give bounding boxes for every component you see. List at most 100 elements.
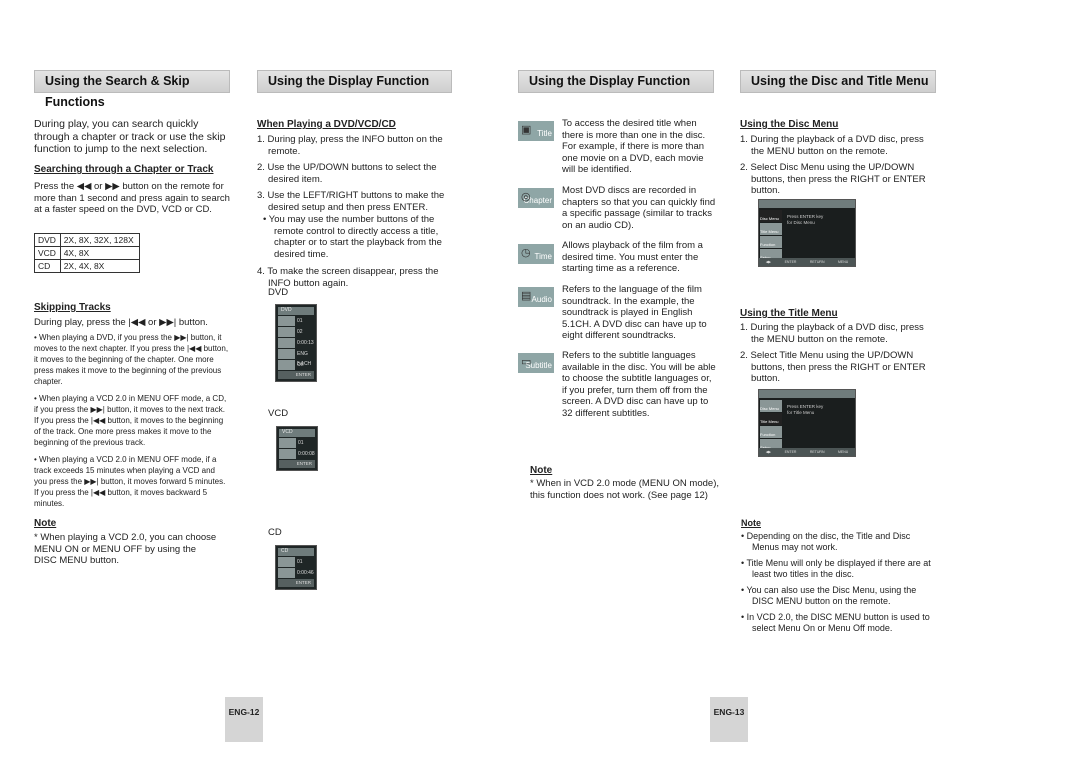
subtitle-icon [278, 360, 295, 370]
menu-item: Title Menu [760, 223, 782, 235]
note-text: * When playing a VCD 2.0, you can choose… [34, 532, 217, 566]
title-icon [278, 316, 295, 326]
skip-bullets: • When playing a DVD, if you press the ▶… [34, 332, 229, 509]
section-header-display-2: Using the Display Function [518, 70, 714, 93]
bullet: • When playing a VCD 2.0 in MENU OFF mod… [34, 455, 226, 508]
osd-value: ENG 5.1CH [297, 351, 312, 367]
audio-icon: ▤ Audio [518, 287, 554, 307]
osd-value: 0:00:46 [297, 570, 314, 576]
subtitle-icon: ▭ Subtitle [518, 353, 554, 373]
disc-menu-heading: Using the Disc Menu [740, 119, 839, 130]
step: 1. During the playback of a DVD disc, pr… [740, 322, 924, 345]
osd-value: Off [297, 362, 304, 368]
chapter-desc: Most DVD discs are recorded in chapters … [562, 185, 716, 231]
intro-text: During play, you can search quickly thro… [34, 118, 226, 155]
chapter-icon [278, 327, 295, 337]
osd-enter: ENTER [278, 371, 314, 379]
step-sub: • You may use the number buttons of the … [263, 214, 442, 260]
title-desc: To access the desired title when there i… [562, 118, 706, 175]
table-row: CD 2X, 4X, 8X [34, 259, 141, 273]
cell: 2X, 8X, 32X, 128X [59, 233, 141, 247]
icon-label: Time [534, 252, 552, 261]
note-item: • Title Menu will only be displayed if t… [741, 558, 931, 579]
osd-value: 01 [297, 559, 303, 565]
page-number-right: ENG-13 [710, 697, 748, 742]
table-row: VCD 4X, 8X [34, 246, 141, 260]
speed-table: DVD 2X, 8X, 32X, 128X VCD 4X, 8X CD 2X, 4X,… [34, 233, 141, 273]
osd-value: 0:00:08 [298, 451, 315, 457]
time-desc: Allows playback of the film from a desir… [562, 240, 703, 274]
note-item: • In VCD 2.0, the DISC MENU button is us… [741, 612, 930, 633]
osd-title: CD [278, 548, 314, 556]
menu-item: Disc Menu [760, 210, 782, 222]
osd-title: DVD [278, 307, 314, 315]
cell: 2X, 4X, 8X [59, 259, 141, 273]
time-icon [278, 338, 295, 348]
disc-menu-screen: Disc MenuTitle MenuFunctionSetup Press E… [758, 199, 856, 267]
note-heading: Note [34, 518, 57, 529]
label-vcd: VCD [268, 408, 289, 419]
time-icon [278, 568, 295, 578]
audio-desc: Refers to the language of the film sound… [562, 284, 707, 341]
note-heading: Note [741, 518, 761, 528]
cell: DVD [34, 233, 61, 247]
step: 2. Select Title Menu using the UP/DOWN b… [740, 350, 926, 384]
step: 1. During the playback of a DVD disc, pr… [740, 134, 924, 157]
track-icon [279, 438, 296, 448]
osd-dvd: DVD 01 02 0:00:13 ENG 5.1CH Off ENTER [275, 304, 317, 382]
steps-list: 1. During play, press the INFO button on… [257, 134, 452, 294]
note-text: * When in VCD 2.0 mode (MENU ON mode), t… [530, 478, 720, 501]
osd-enter: ENTER [279, 460, 315, 468]
section-header-search-skip: Using the Search & Skip Functions [34, 70, 230, 109]
cell: CD [34, 259, 61, 273]
note-list: • Depending on the disc, the Title and D… [741, 531, 931, 639]
icon-label: Title [537, 129, 552, 138]
title-menu-screen: Disc MenuTitle MenuFunctionSetup Press E… [758, 389, 856, 457]
table-row: DVD 2X, 8X, 32X, 128X [34, 233, 141, 247]
step: 4. To make the screen disappear, press t… [257, 266, 439, 289]
return-hint: RETURN [809, 260, 825, 264]
menu-hint: MENU [837, 260, 849, 264]
chapter-icon: ◎ Chapter [518, 188, 554, 208]
osd-title: VCD [279, 429, 315, 437]
step: 3. Use the LEFT/RIGHT buttons to make th… [257, 190, 445, 213]
enter-hint: ENTER [784, 260, 797, 264]
dvd-vcd-cd-heading: When Playing a DVD/VCD/CD [257, 119, 396, 130]
disc-steps: 1. During the playback of a DVD disc, pr… [740, 134, 935, 202]
section-header-disc-title-menu: Using the Disc and Title Menu [740, 70, 936, 93]
return-hint: RETURN [809, 450, 825, 454]
step: 2. Use the UP/DOWN buttons to select the… [257, 162, 437, 185]
section-header-display: Using the Display Function [257, 70, 452, 93]
cell: 4X, 8X [59, 246, 141, 260]
note-item: • You can also use the Disc Menu, using … [741, 585, 917, 606]
step: 2. Select Disc Menu using the UP/DOWN bu… [740, 162, 926, 196]
menu-hint: MENU [837, 450, 849, 454]
time-icon [279, 449, 296, 459]
audio-icon [278, 349, 295, 359]
menu-item: Disc Menu [760, 400, 782, 412]
osd-value: 0:00:13 [297, 340, 314, 346]
skip-text: During play, press the |◀◀ or ▶▶| button… [34, 317, 208, 328]
title-steps: 1. During the playback of a DVD disc, pr… [740, 322, 935, 390]
search-heading: Searching through a Chapter or Track [34, 164, 214, 175]
menu-msg: for Title Menu [787, 410, 815, 415]
skip-heading: Skipping Tracks [34, 302, 111, 313]
track-icon [278, 557, 295, 567]
osd-cd: CD 01 0:00:46 ENTER [275, 545, 317, 590]
label-cd: CD [268, 527, 282, 538]
osd-value: 01 [298, 440, 304, 446]
menu-msg: for Disc Menu [787, 220, 815, 225]
osd-enter: ENTER [278, 579, 314, 587]
title-menu-heading: Using the Title Menu [740, 308, 838, 319]
note-item: • Depending on the disc, the Title and D… [741, 531, 911, 552]
menu-item: Function [760, 236, 782, 248]
enter-hint: ENTER [784, 450, 797, 454]
menu-item: Title Menu [760, 413, 782, 425]
osd-vcd: VCD 01 0:00:08 ENTER [276, 426, 318, 471]
page-number-left: ENG-12 [225, 697, 263, 742]
label-dvd: DVD [268, 287, 289, 298]
osd-value: 01 [297, 318, 303, 324]
nav-hint: ◀▶ [765, 260, 772, 264]
title-icon: ▣ Title [518, 121, 554, 141]
note-heading: Note [530, 465, 553, 476]
